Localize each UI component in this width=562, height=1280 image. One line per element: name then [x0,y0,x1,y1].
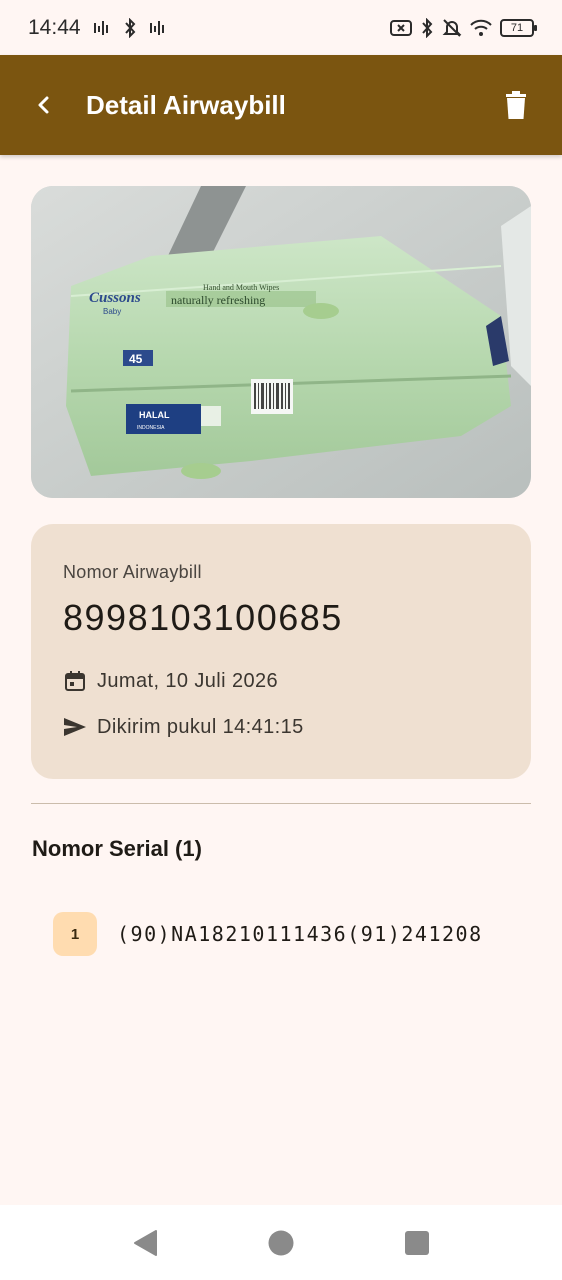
page-title: Detail Airwaybill [86,89,286,120]
trash-icon [506,91,526,119]
divider [31,803,531,804]
wifi-icon [470,19,492,36]
status-bar: 14:44 71 [0,0,562,55]
list-item: 1 (90)NA18210111436(91)241208 [53,912,483,956]
date-text: Jumat, 10 Juli 2026 [97,669,279,692]
nav-recents-icon [405,1230,429,1255]
signal-activity-icon-2 [149,20,164,35]
nav-home-icon [268,1230,294,1255]
nav-back-button[interactable] [125,1223,165,1263]
airwaybill-number: 8998103100685 [63,597,343,638]
serial-heading: Nomor Serial (1) [32,836,202,861]
serial-code: (90)NA18210111436(91)241208 [117,922,483,946]
product-photo-illustration: Cussons Baby Hand and Mouth Wipes natura… [31,186,531,498]
product-photo: Cussons Baby Hand and Mouth Wipes natura… [31,186,531,498]
date-row: Jumat, 10 Juli 2026 [63,669,499,693]
brand-sub-text: Baby [103,307,121,316]
arrow-back-icon [38,96,49,114]
system-nav-bar [0,1205,562,1280]
notifications-off-icon [442,18,462,37]
bluetooth-status-icon [422,17,433,38]
brand-text: Cussons [89,290,141,306]
bluetooth-icon [124,17,135,38]
halal-sub-text: INDONESIA [137,425,165,431]
halal-text: HALAL [139,410,170,420]
tagline-text: naturally refreshing [171,293,265,307]
nav-home-button[interactable] [261,1223,301,1263]
product-line-text: Hand and Mouth Wipes [203,283,279,292]
status-time: 14:44 [28,15,81,39]
nav-back-icon [134,1229,157,1256]
count-text: 45 [129,352,143,366]
airwaybill-card: Nomor Airwaybill 8998103100685 Jumat, 10… [31,524,531,779]
serial-index-badge: 1 [53,912,97,956]
back-button[interactable] [22,83,66,127]
nav-recents-button[interactable] [397,1223,437,1263]
sent-row: Dikirim pukul 14:41:15 [63,715,499,739]
battery-icon: 71 [500,18,537,37]
signal-activity-icon [93,20,108,35]
no-sim-icon [390,19,412,36]
calendar-icon [63,669,87,693]
send-icon [63,715,87,739]
airwaybill-label: Nomor Airwaybill [63,562,202,582]
battery-level: 71 [510,21,524,34]
app-bar: Detail Airwaybill [0,55,562,155]
sent-text: Dikirim pukul 14:41:15 [97,715,304,738]
delete-button[interactable] [494,83,538,127]
